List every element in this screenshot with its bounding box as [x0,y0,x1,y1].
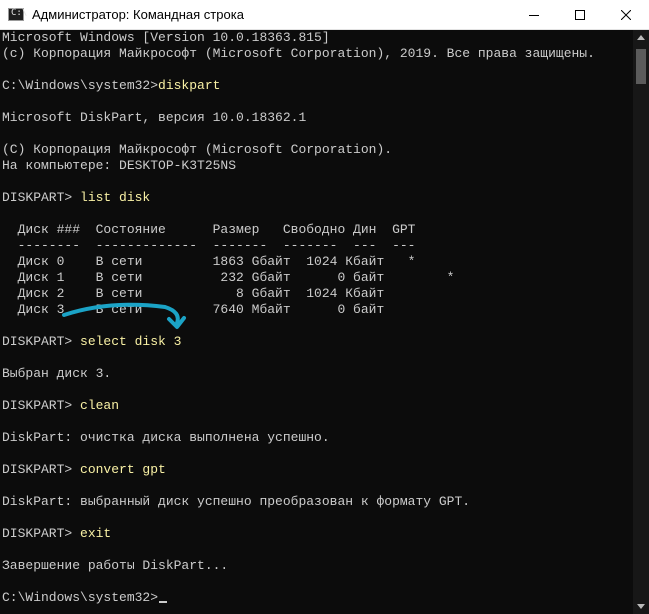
console-line: Диск 2 В сети 8 Gбайт 1024 Кбайт [2,286,385,301]
console-line: -------- ------------- ------- ------- -… [2,238,416,253]
console-prompt-line: DISKPART> convert gpt [2,462,166,478]
close-icon [621,9,631,20]
console-line: Диск 0 В сети 1863 Gбайт 1024 Кбайт * [2,254,416,269]
command-text: convert gpt [80,462,166,477]
console-prompt-line: DISKPART> select disk 3 [2,334,181,350]
minimize-button[interactable] [511,0,557,29]
scroll-up-arrow-icon[interactable] [637,35,645,40]
console-output[interactable]: Microsoft Windows [Version 10.0.18363.81… [0,30,633,614]
cmd-icon: C:\ [8,8,27,21]
command-text: clean [80,398,120,413]
console-prompt-line: C:\Windows\system32>diskpart [2,78,220,94]
scroll-thumb[interactable] [636,49,646,84]
prompt-text: C:\Windows\system32> [2,590,159,605]
prompt-text: DISKPART> [2,190,81,205]
console-line: DiskPart: очистка диска выполнена успешн… [2,430,330,445]
command-text: select disk 3 [80,334,182,349]
console-line: Диск 3 В сети 7640 Мбайт 0 байт [2,302,385,317]
console-line: (c) Корпорация Майкрософт (Microsoft Cor… [2,46,595,61]
console-line: На компьютере: DESKTOP-K3T25NS [2,158,237,173]
prompt-text: DISKPART> [2,334,81,349]
console-line: DiskPart: выбранный диск успешно преобра… [2,494,471,509]
minimize-icon [529,14,539,16]
console-line: Диск 1 В сети 232 Gбайт 0 байт * [2,270,455,285]
console-line: (С) Корпорация Майкрософт (Microsoft Cor… [2,142,393,157]
prompt-text: DISKPART> [2,462,81,477]
title-bar[interactable]: C:\ Администратор: Командная строка [0,0,649,30]
maximize-button[interactable] [557,0,603,29]
console-prompt-line: DISKPART> list disk [2,190,150,206]
console-line: Выбран диск 3. [2,366,112,381]
console-prompt-line: C:\Windows\system32> [2,590,168,606]
console-line: Диск ### Состояние Размер Свободно Дин G… [2,222,416,237]
maximize-icon [575,9,585,20]
close-button[interactable] [603,0,649,29]
console-prompt-line: DISKPART> clean [2,398,119,414]
console-line: Завершение работы DiskPart... [2,558,229,573]
console-line: Microsoft DiskPart, версия 10.0.18362.1 [2,110,307,125]
prompt-text: C:\Windows\system32> [2,78,159,93]
command-text: exit [80,526,112,541]
text-cursor [159,601,168,603]
console-line: Microsoft Windows [Version 10.0.18363.81… [2,30,330,45]
scroll-down-arrow-icon[interactable] [637,604,645,609]
window-title: Администратор: Командная строка [32,7,244,22]
command-text: list disk [80,190,151,205]
console-prompt-line: DISKPART> exit [2,526,111,542]
command-text: diskpart [158,78,221,93]
prompt-text: DISKPART> [2,526,81,541]
vertical-scrollbar[interactable] [633,30,649,614]
prompt-text: DISKPART> [2,398,81,413]
